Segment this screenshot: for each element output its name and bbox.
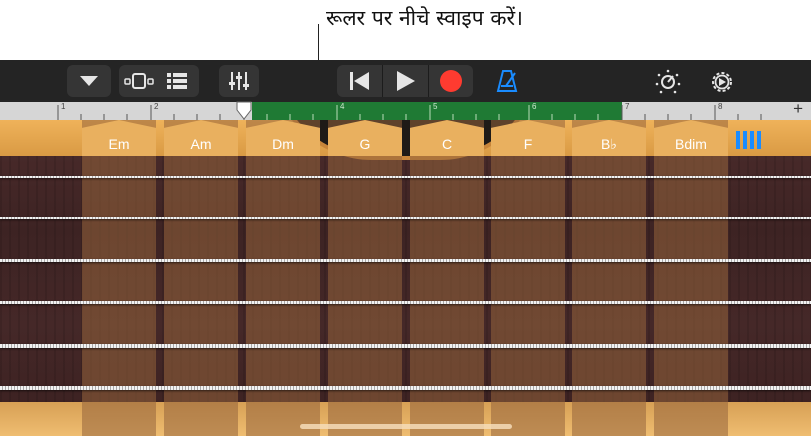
bar-number: 4	[340, 102, 345, 111]
play-icon[interactable]	[395, 71, 415, 91]
callout-label: रूलर पर नीचे स्वाइप करें।	[326, 6, 523, 30]
guitar-string[interactable]	[0, 344, 811, 348]
control-bar	[0, 60, 811, 102]
ruler-ticks	[57, 105, 762, 120]
ruler[interactable]: 1 2 3 4 5 6 7 8 +	[0, 99, 811, 120]
chord-label: Em	[108, 136, 130, 152]
guitar-string[interactable]	[0, 176, 811, 178]
chord-label: B♭	[601, 136, 617, 152]
bar-number: 6	[532, 102, 537, 111]
guitar-string[interactable]	[0, 217, 811, 219]
guitar-string[interactable]	[0, 259, 811, 262]
bar-number: 5	[433, 102, 438, 111]
go-to-beginning-icon[interactable]	[349, 72, 371, 90]
chord-label: Dm	[272, 136, 294, 152]
chord-label: Bdim	[675, 136, 707, 152]
guitar-fretboard: Em Am Dm G C F B♭ Bdim	[0, 120, 811, 436]
browser-view-icon[interactable]	[122, 69, 156, 93]
dropdown-button[interactable]	[67, 65, 111, 97]
settings-icon[interactable]	[708, 68, 736, 96]
add-section-button[interactable]: +	[793, 99, 803, 119]
chord-strings-icon[interactable]	[736, 131, 762, 154]
chord-label: C	[441, 136, 453, 152]
mixer-icon	[228, 71, 250, 91]
bar-number: 7	[625, 102, 630, 111]
transport-controls	[337, 65, 473, 97]
bar-number: 2	[154, 102, 159, 111]
tracks-view-icon[interactable]	[165, 71, 189, 91]
guitar-string[interactable]	[0, 301, 811, 304]
metronome-icon[interactable]	[495, 69, 519, 93]
bar-number: 1	[61, 102, 66, 111]
view-buttons	[119, 65, 199, 97]
guitar-string[interactable]	[0, 386, 811, 390]
bar-number: 8	[718, 102, 723, 111]
chord-label: Am	[190, 136, 212, 152]
mixer-button[interactable]	[219, 65, 259, 97]
home-indicator	[300, 424, 512, 429]
master-effects-icon[interactable]	[655, 69, 681, 95]
chord-label: F	[523, 136, 533, 152]
record-icon[interactable]	[439, 69, 463, 93]
dropdown-arrow-icon	[80, 76, 98, 86]
chord-label: G	[359, 136, 371, 152]
